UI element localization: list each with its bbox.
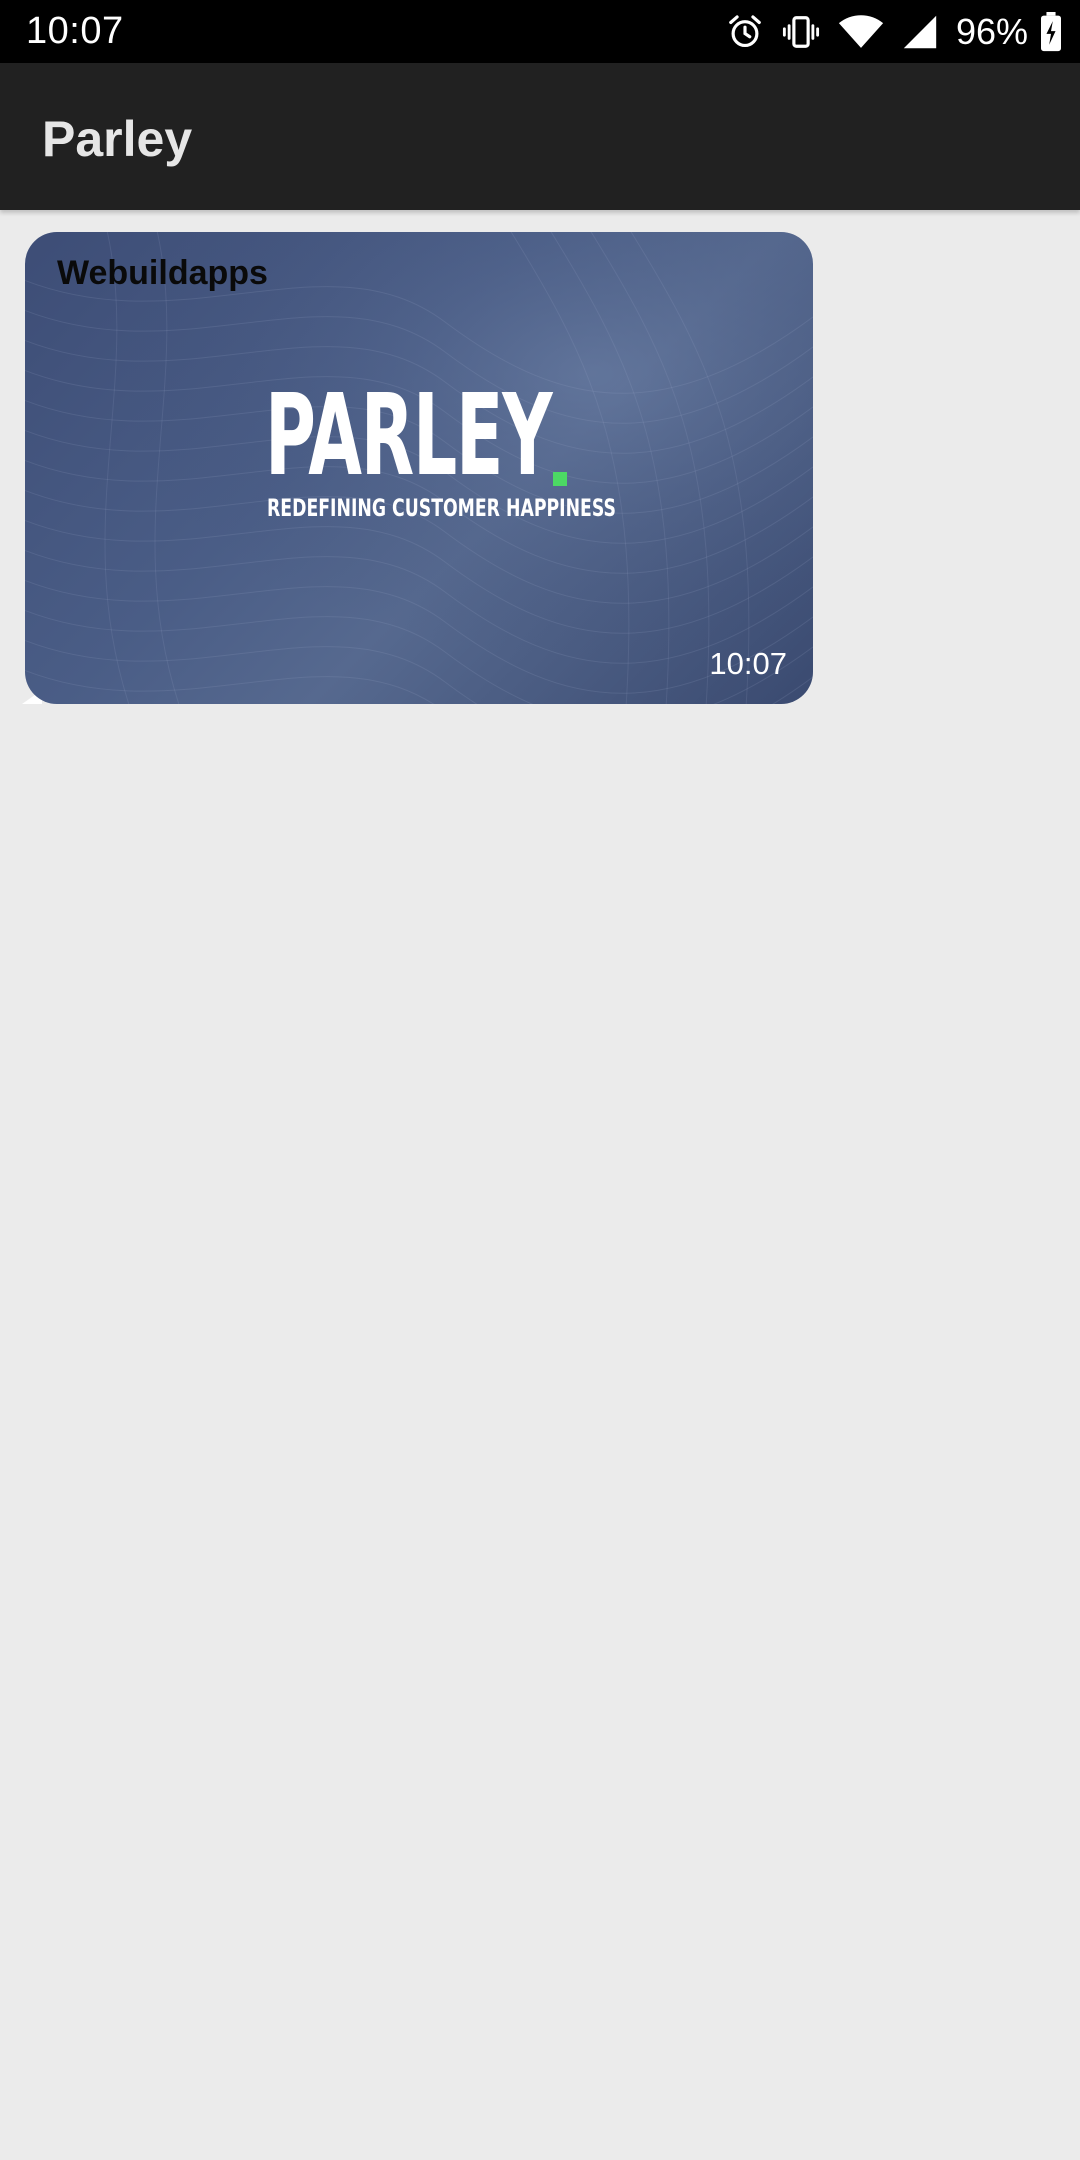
battery-charging-icon (1040, 11, 1062, 52)
parley-logo: PARLEY REDEFINING CUSTOMER HAPPINESS (25, 232, 813, 704)
logo-wordmark: PARLEY (265, 371, 552, 501)
signal-icon (902, 14, 938, 50)
image-message[interactable]: Webuildapps PARLEY REDEFINING CUSTOMER H… (25, 232, 813, 704)
logo-green-dot (553, 472, 567, 486)
vibrate-icon (782, 13, 820, 51)
message-timestamp: 10:07 (709, 646, 787, 681)
status-bar: 10:07 96% (0, 0, 1080, 63)
logo-tagline: REDEFINING CUSTOMER HAPPINESS (267, 494, 616, 522)
app-title: Parley (42, 111, 193, 167)
app-bar: Parley (0, 63, 1080, 210)
wifi-icon (838, 13, 884, 51)
alarm-icon (726, 13, 764, 51)
status-time: 10:07 (26, 10, 124, 52)
battery-percent: 96% (955, 11, 1028, 52)
status-icons: 96% (726, 0, 1062, 63)
chat-area[interactable]: Webuildapps PARLEY REDEFINING CUSTOMER H… (0, 210, 1080, 2160)
